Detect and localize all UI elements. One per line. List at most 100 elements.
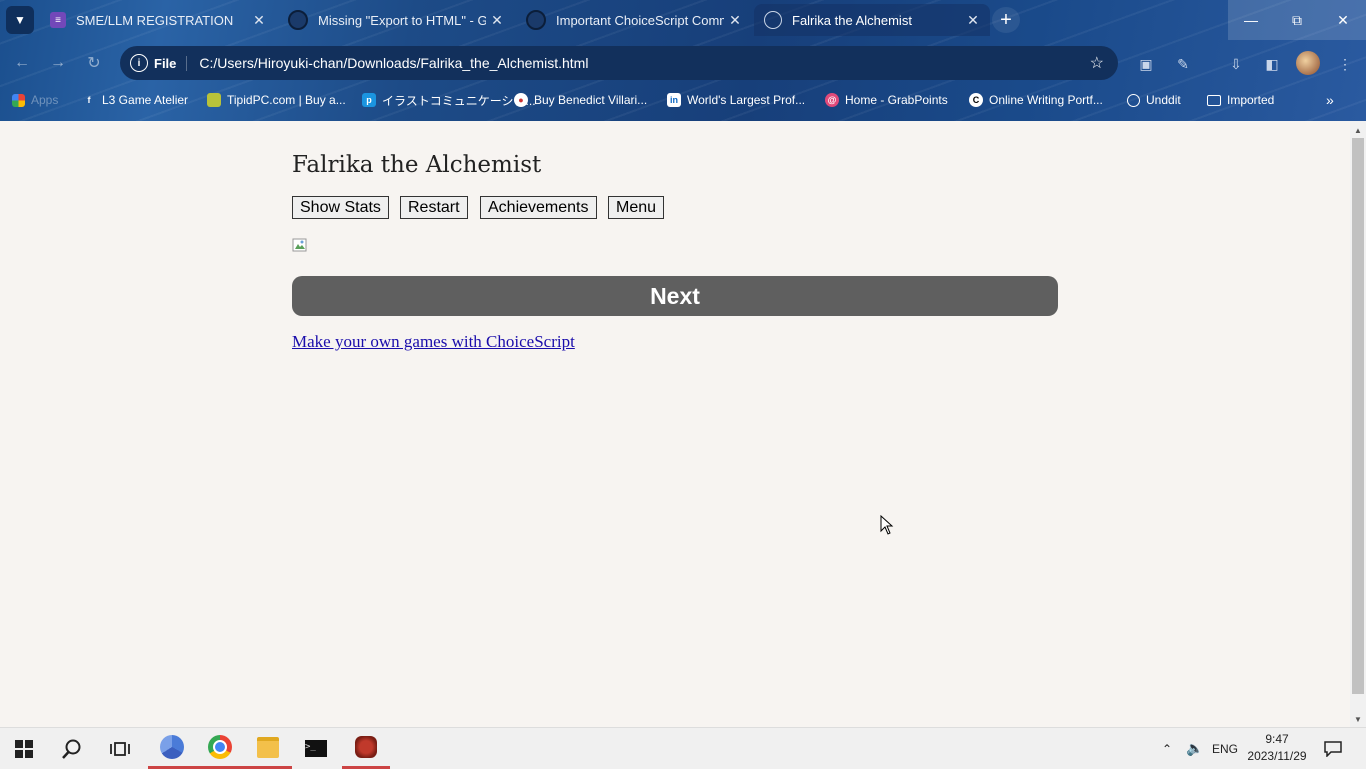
tab-title: Important ChoiceScript Comm... [556,12,724,28]
choicescript-link[interactable]: Make your own games with ChoiceScript [292,332,575,352]
bookmark-apps[interactable]: Apps [12,88,58,112]
tab-choicescript-commands[interactable]: Important ChoiceScript Comm... ✕ [516,4,752,36]
tab-search-button[interactable]: ▼ [6,6,34,34]
chevron-up-icon: ⌃ [1162,741,1173,756]
bookmark-label: World's Largest Prof... [687,93,806,107]
window-close-button[interactable]: ✕ [1320,0,1366,40]
clock-date: 2023/11/29 [1247,749,1307,763]
tab-strip: ▼ ≡ SME/LLM REGISTRATION ✕ Missing "Expo… [0,0,1366,40]
restart-button[interactable]: Restart [400,196,468,219]
task-view-button[interactable] [96,728,144,769]
back-button[interactable]: ← [10,52,34,74]
folder-icon [257,736,279,758]
bookmark-l3-game-atelier[interactable]: f L3 Game Atelier [82,88,189,112]
download-icon[interactable]: ⇩ [1225,54,1247,74]
chevron-double-right-icon: » [1326,92,1334,108]
system-clock[interactable]: 9:47 2023/11/29 [1244,731,1310,765]
bookmarks-overflow-button[interactable]: » [1326,88,1334,112]
taskbar-chrome[interactable] [196,728,244,769]
restore-icon: ⧉ [1292,11,1302,28]
side-panel-icon[interactable]: ◧ [1261,54,1283,74]
menu-button[interactable]: Menu [608,196,665,219]
tab-falrika[interactable]: Falrika the Alchemist ✕ [754,4,990,36]
forum-icon [526,10,546,30]
windows-taskbar: >_ ⌃ 🔈 ENG 9:47 2023/11/29 [0,727,1366,769]
bookmark-grabpoints[interactable]: @ Home - GrabPoints [825,88,948,112]
close-icon[interactable]: ✕ [962,12,984,29]
forward-button[interactable]: → [46,52,70,74]
taskbar-game-app[interactable] [342,728,390,769]
apps-grid-icon [12,93,25,107]
achievements-button[interactable]: Achievements [480,196,597,219]
taskbar-chrome-profile-app[interactable] [148,728,196,769]
chevron-down-icon: ▼ [14,13,26,27]
patreon-icon: ● [514,93,528,107]
broken-image-icon [292,238,307,252]
bookmark-folder-imported[interactable]: Imported [1207,88,1274,112]
bookmark-label: TipidPC.com | Buy a... [227,93,346,107]
scroll-down-arrow-icon[interactable]: ▼ [1350,712,1366,726]
pixiv-icon: p [362,93,376,107]
linkedin-icon: in [667,93,681,107]
tray-overflow-button[interactable]: ⌃ [1162,728,1172,769]
bookmark-label: Home - GrabPoints [845,93,948,107]
extensions-icon[interactable]: ✎ [1172,54,1194,74]
list-icon: ≡ [50,12,66,28]
profile-avatar[interactable] [1296,51,1320,75]
reload-button[interactable]: ↻ [82,52,106,74]
show-stats-button[interactable]: Show Stats [292,196,389,219]
plus-icon: + [1000,8,1012,31]
notification-icon [1324,740,1342,757]
game-title: Falrika the Alchemist [292,152,542,178]
forum-icon [288,10,308,30]
grabpoints-icon: @ [825,93,839,107]
tab-title: Missing "Export to HTML" - Gam [318,12,486,28]
taskbar-terminal[interactable]: >_ [292,728,340,769]
clock-time: 9:47 [1265,732,1289,746]
bookmark-linkedin[interactable]: in World's Largest Prof... [667,88,805,112]
bookmark-label: Imported [1227,93,1275,107]
tab-missing-export[interactable]: Missing "Export to HTML" - Gam ✕ [278,4,514,36]
scrollbar-thumb[interactable] [1352,138,1364,694]
new-tab-button[interactable]: + [992,7,1020,33]
minimize-button[interactable]: — [1228,0,1274,40]
minimize-icon: — [1244,12,1258,28]
url-text[interactable]: C:/Users/Hiroyuki-chan/Downloads/Falrika… [199,55,1089,71]
star-icon[interactable]: ☆ [1090,53,1104,73]
bookmark-unddit[interactable]: Unddit [1127,88,1181,112]
scheme-label: File [154,55,188,71]
close-icon[interactable]: ✕ [724,12,746,29]
start-button[interactable] [0,728,48,769]
more-menu-icon[interactable]: ⋮ [1334,54,1356,74]
bookmark-pixiv[interactable]: p イラストコミュニケーショ... [362,88,536,112]
address-bar[interactable]: i File C:/Users/Hiroyuki-chan/Downloads/… [120,46,1118,80]
bookmark-tipidpc[interactable]: TipidPC.com | Buy a... [207,88,346,112]
tab-title: Falrika the Alchemist [792,12,912,28]
restore-button[interactable]: ⧉ [1274,0,1320,40]
volume-button[interactable]: 🔈 [1186,728,1203,769]
bookmark-label: L3 Game Atelier [102,93,189,107]
scroll-up-arrow-icon[interactable]: ▲ [1350,123,1366,137]
bookmark-writing-portfolio[interactable]: C Online Writing Portf... [969,88,1103,112]
mouse-cursor-icon [880,515,894,535]
facebook-icon: f [87,95,91,105]
tab-title: SME/LLM REGISTRATION [76,12,234,28]
search-button[interactable] [48,728,96,769]
next-button[interactable]: Next [292,276,1058,316]
chrome-profile-icon [160,735,184,759]
globe-icon [764,11,782,29]
bookmark-benedict[interactable]: ● Buy Benedict Villari... [514,88,647,112]
close-icon: ✕ [1337,11,1349,28]
taskbar-file-explorer[interactable] [244,728,292,769]
language-indicator[interactable]: ENG [1212,728,1238,769]
close-icon[interactable]: ✕ [248,12,270,29]
game-app-icon [355,736,377,758]
cast-icon[interactable]: ▣ [1135,54,1157,74]
tipidpc-icon [207,93,221,107]
tab-sme-registration[interactable]: ≡ SME/LLM REGISTRATION ✕ [40,4,276,36]
page-content [0,121,1350,727]
close-icon[interactable]: ✕ [486,12,508,29]
arrow-right-icon: → [50,54,66,71]
notifications-button[interactable] [1324,728,1342,769]
info-icon[interactable]: i [130,54,148,72]
